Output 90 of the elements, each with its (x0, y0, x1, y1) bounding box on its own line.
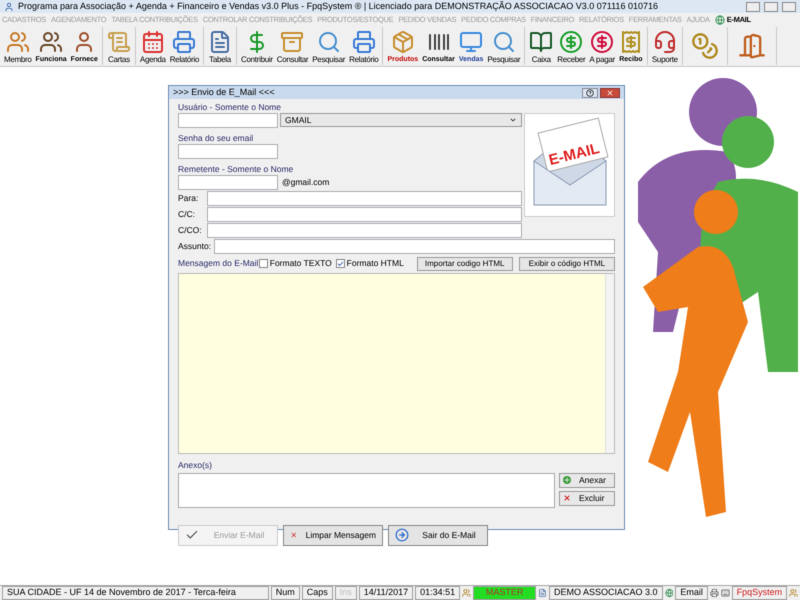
password-label: Senha do seu email (178, 132, 254, 142)
input-field[interactable] (214, 239, 615, 254)
status-email: Email (675, 586, 708, 600)
close-icon (606, 88, 614, 96)
dollar-coin-icon (559, 30, 584, 54)
input-field[interactable] (178, 175, 278, 190)
printer-icon (352, 30, 376, 54)
provider-dropdown[interactable]: GMAIL (280, 113, 522, 127)
attachments-list[interactable] (178, 472, 555, 508)
people-icon (6, 30, 30, 54)
recipient-label: C/CO: (178, 224, 203, 237)
delete-icon (563, 494, 571, 502)
users-icon (789, 588, 798, 598)
minimize-button[interactable] (746, 2, 760, 12)
sender-label: Remetente - Somente o Nome (178, 163, 294, 173)
drawer-icon (280, 30, 304, 54)
attachments-label: Anexo(s) (178, 459, 214, 472)
checkbox-label: Formato HTML (346, 257, 404, 270)
calendar-icon (140, 30, 165, 54)
toolbar-button[interactable]: Cartas (104, 27, 133, 65)
user-label: Usuário - Somente o Nome (178, 101, 282, 111)
toolbar-button[interactable]: Relatório (347, 27, 380, 65)
scroll-icon (106, 30, 131, 54)
message-label: Mensagem do E-Mail (178, 257, 259, 270)
book-icon (529, 30, 554, 54)
toolbar-button[interactable]: Pesquisar (310, 27, 348, 65)
status-license: DEMO ASSOCIACAO 3.0 (549, 586, 663, 600)
recipient-label: C/C: (178, 208, 196, 221)
html-button[interactable]: Importar codigo HTML (416, 256, 513, 270)
attachment-button[interactable]: Anexar (559, 472, 615, 488)
close-button[interactable] (600, 88, 620, 98)
toolbar-button[interactable]: Caixa (527, 27, 556, 65)
input-field[interactable] (207, 223, 522, 238)
input-field[interactable] (207, 207, 522, 222)
dropdown-caret-icon (509, 116, 517, 124)
toolbar-button[interactable]: Receber (555, 27, 588, 65)
domain-text: @gmail.com (282, 176, 330, 189)
restore-button[interactable] (764, 2, 778, 12)
status-location: SUA CIDADE - UF 14 de Novembro de 2017 - Terca-feira (2, 586, 269, 600)
exit-button[interactable] (738, 32, 766, 60)
document-icon (538, 588, 548, 598)
input-field[interactable] (207, 191, 522, 206)
toolbar-button[interactable]: Tabela (206, 27, 234, 65)
help-button[interactable] (582, 88, 598, 98)
action-button[interactable]: Limpar Mensagem (283, 524, 383, 546)
status-time: 01:34:51 (415, 586, 460, 600)
help-icon (586, 88, 594, 96)
scrollbar[interactable] (605, 274, 614, 453)
toolbar-button[interactable]: Membro (2, 27, 34, 65)
checkbox[interactable] (258, 259, 268, 268)
monitor-icon (459, 30, 484, 54)
people-icon (39, 30, 64, 54)
globe-icon (664, 588, 674, 598)
support-icon (652, 30, 677, 54)
html-button[interactable]: Exibir o código HTML (518, 256, 615, 270)
toolbar-button[interactable]: Relatório (168, 27, 202, 65)
dollar-coin-icon (590, 30, 614, 54)
app-icon (4, 2, 14, 12)
toolbar-button[interactable]: A pagar (587, 27, 617, 65)
toolbar-button[interactable]: Suporte (650, 27, 680, 65)
window-title: Programa para Associação + Agenda + Financeiro e Vendas v3.0 Plus - FpqSystem ® | Licenciado para DEMONSTRAÇÃO ASSOCIACAO V3.0 071116 010716 (18, 0, 659, 13)
toolbar-button[interactable]: Pesquisar (485, 27, 522, 65)
action-button[interactable]: Sair do E-Mail (388, 524, 488, 546)
search-icon (492, 30, 516, 54)
toolbar-button[interactable]: Contribuir (239, 27, 275, 65)
status-caps: Caps (302, 586, 333, 600)
subject-label: Assunto: (178, 240, 212, 253)
search-icon (316, 30, 341, 54)
toolbar-button[interactable]: Agenda (138, 27, 168, 65)
keyboard-icon (720, 588, 730, 598)
checkbox[interactable] (336, 259, 345, 268)
status-date: 14/11/2017 (358, 586, 414, 600)
input-field[interactable] (178, 113, 278, 128)
boxes-icon (390, 30, 415, 54)
close-button[interactable] (782, 2, 796, 12)
printer-icon (710, 588, 719, 598)
plus-icon (563, 476, 571, 484)
input-field[interactable] (178, 144, 278, 159)
recipient-label: Para: (178, 192, 200, 205)
globe-icon (714, 14, 725, 24)
status-user: MASTER (473, 586, 536, 600)
coins-button[interactable] (690, 32, 719, 60)
toolbar-button[interactable]: Consultar (274, 27, 310, 65)
printer-icon (172, 30, 196, 54)
dialog-title: >>> Envio de E_Mail <<< (173, 86, 276, 99)
status-brand: FpqSystem (732, 586, 788, 600)
attachment-button[interactable]: Excluir (559, 490, 615, 506)
users-icon (462, 588, 472, 598)
status-num: Num (270, 586, 300, 600)
checkbox-label: Formato TEXTO (270, 257, 332, 270)
